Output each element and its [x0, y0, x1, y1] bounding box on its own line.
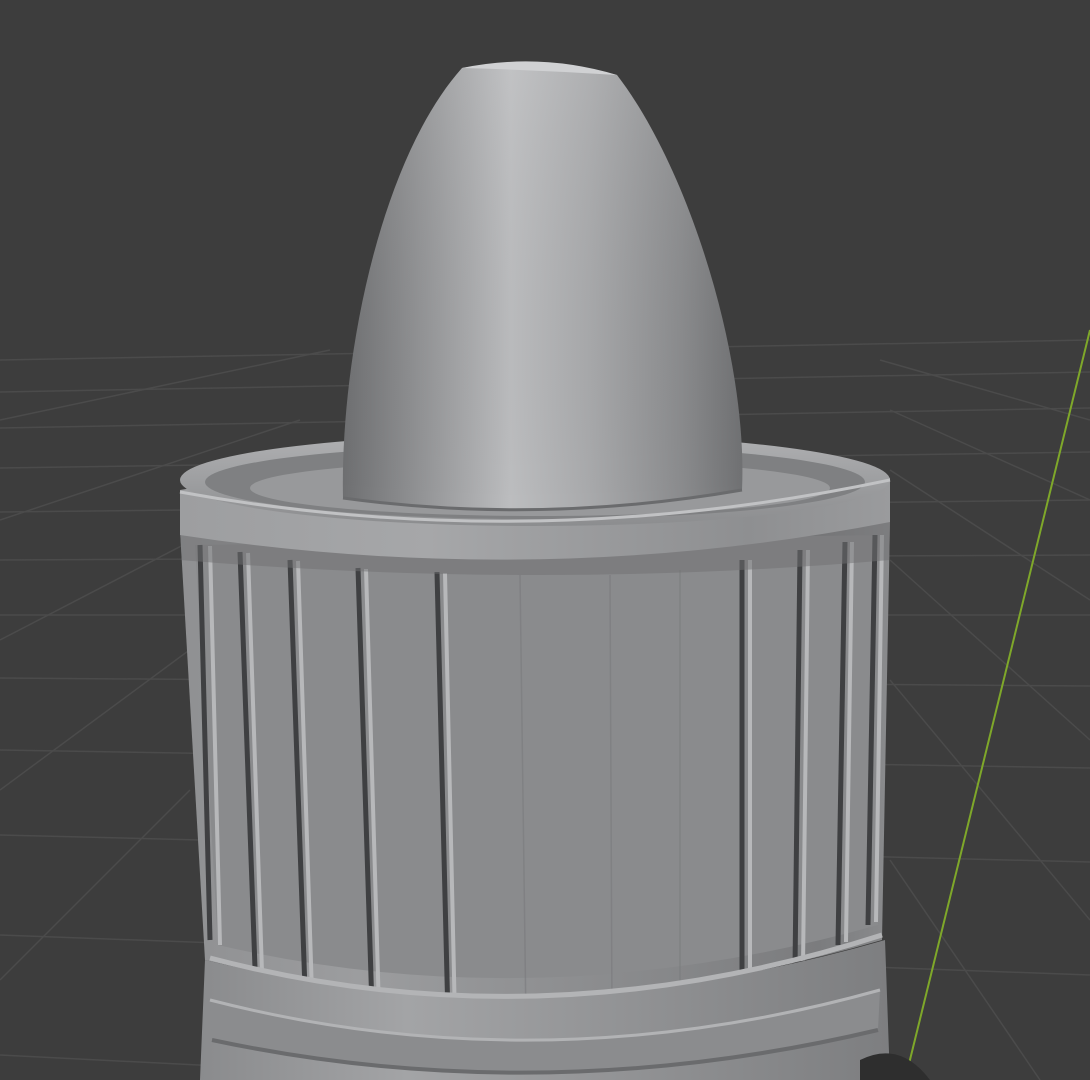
3d-viewport[interactable] — [0, 0, 1090, 1080]
viewport-canvas[interactable] — [0, 0, 1090, 1080]
ribbed-cap-body — [180, 520, 890, 999]
